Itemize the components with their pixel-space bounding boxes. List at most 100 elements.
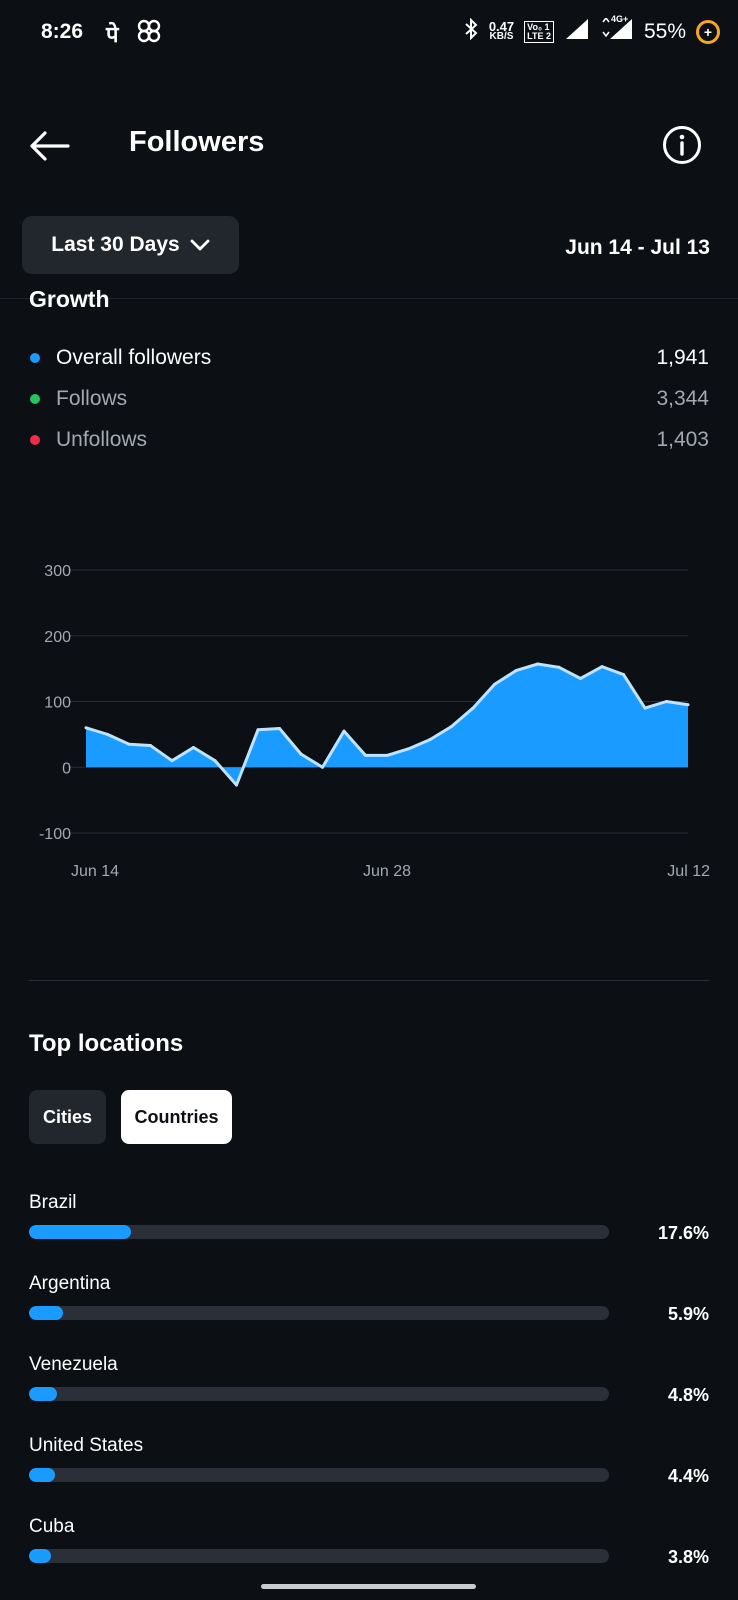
x-tick-label: Jun 14: [71, 863, 119, 880]
stat-overall-followers: Overall followers 1,941: [29, 343, 709, 373]
stat-follows: Follows 3,344: [29, 384, 709, 414]
net-speed-unit: KB/S: [489, 30, 514, 42]
location-bar-fill: [29, 1549, 52, 1563]
stat-label: Overall followers: [56, 346, 212, 369]
legend-dot: [30, 394, 40, 404]
location-percent: 5.9%: [667, 1304, 709, 1324]
data-point: [342, 729, 346, 733]
growth-chart: 300 200 100 0 -100 Jun 14 Jun 28 Jul 12: [39, 563, 710, 880]
data-point: [385, 753, 389, 757]
tab-cities[interactable]: Cities: [29, 1090, 106, 1144]
data-point: [600, 665, 604, 669]
stat-label: Follows: [56, 387, 128, 410]
location-item: Cuba 3.8%: [29, 1516, 709, 1586]
location-item: United States 4.4%: [29, 1435, 709, 1505]
net-speed-value: 0.47: [488, 18, 515, 34]
data-point: [471, 706, 475, 710]
data-point: [450, 724, 453, 728]
signal-icon: [564, 18, 590, 45]
location-percent: 4.8%: [667, 1385, 709, 1405]
info-button[interactable]: [662, 125, 702, 165]
data-point: [536, 662, 539, 666]
data-point: [493, 682, 496, 686]
chevron-down-icon: [190, 239, 210, 251]
data-point: [665, 700, 668, 703]
location-name: United States: [29, 1435, 144, 1456]
data-point: [514, 669, 518, 673]
net-speed: 0.47 KB/S: [488, 18, 515, 42]
x-tick-label: Jun 28: [363, 863, 411, 880]
growth-title-text: Growth: [29, 290, 110, 312]
stat-value: 3,344: [656, 387, 709, 410]
info-icon: [663, 126, 701, 164]
tab-countries[interactable]: Countries: [121, 1090, 232, 1144]
data-point: [622, 673, 625, 677]
date-range-dropdown-label: Last 30 Days: [51, 233, 180, 256]
location-item: Brazil 17.6%: [29, 1192, 709, 1262]
back-button[interactable]: [28, 130, 72, 162]
location-bar-track: [29, 1225, 609, 1239]
phonepe-icon: पे: [106, 22, 119, 47]
location-name: Brazil: [29, 1192, 77, 1213]
battery-saver-icon: +: [696, 19, 720, 44]
home-indicator[interactable]: [261, 1584, 476, 1589]
y-tick-label: 200: [44, 629, 71, 646]
location-bar-track: [29, 1387, 609, 1401]
stat-unfollows: Unfollows 1,403: [29, 425, 709, 455]
header: Followers: [0, 110, 738, 180]
data-point: [106, 732, 109, 736]
data-point: [235, 783, 238, 787]
location-percent: 4.4%: [667, 1466, 709, 1486]
location-item: Argentina 5.9%: [29, 1273, 709, 1343]
location-bar-fill: [29, 1225, 132, 1239]
area-fill: [86, 664, 688, 786]
status-bar: 8:26 पे 0.47 KB/S Vo₀ 1 LTE 2 4G+ 55% +: [0, 0, 738, 68]
location-bar-fill: [29, 1468, 55, 1482]
x-tick-label: Jul 12: [667, 863, 710, 880]
location-name: Argentina: [29, 1273, 111, 1294]
data-point: [278, 726, 281, 730]
volte-icon: Vo₀ 1 LTE 2: [524, 20, 554, 43]
data-point: [299, 752, 303, 756]
location-item: Venezuela 4.8%: [29, 1354, 709, 1424]
data-point: [192, 746, 195, 750]
data-point: [213, 759, 217, 763]
pinwheel-icon: [136, 18, 162, 49]
location-name: Cuba: [29, 1516, 75, 1537]
data-point: [170, 759, 174, 763]
y-tick-label: 0: [62, 760, 71, 777]
data-point: [643, 706, 647, 710]
stat-value: 1,403: [656, 428, 709, 451]
locations-title: Top locations: [29, 1030, 184, 1057]
data-point: [321, 765, 324, 769]
battery-percent: 55%: [643, 19, 686, 43]
divider: [0, 298, 738, 299]
location-percent: 3.8%: [667, 1547, 709, 1567]
data-point: [84, 726, 88, 730]
data-point: [686, 703, 690, 707]
data-point: [149, 744, 152, 748]
y-tick-label: 100: [44, 695, 71, 712]
y-tick-label: 300: [44, 563, 71, 580]
data-point: [127, 742, 131, 746]
location-bar-track: [29, 1549, 609, 1563]
growth-title: Growth: [29, 290, 110, 316]
location-bar-fill: [29, 1387, 57, 1401]
arrow-left-icon: [30, 131, 70, 161]
data-point: [364, 753, 367, 757]
data-point: [256, 728, 260, 732]
stat-value: 1,941: [656, 346, 709, 369]
legend-dot: [30, 435, 40, 445]
status-time: 8:26: [41, 20, 84, 43]
location-bar-track: [29, 1306, 609, 1320]
location-name: Venezuela: [29, 1354, 118, 1375]
legend-dot: [30, 353, 40, 363]
signal-4g-icon: 4G+: [600, 14, 634, 45]
data-point: [428, 738, 432, 742]
data-point: [407, 747, 410, 751]
volte-bottom: LTE 2: [527, 30, 551, 41]
y-tick-label: -100: [39, 826, 71, 843]
divider: [29, 980, 709, 981]
stat-label: Unfollows: [56, 428, 148, 451]
date-range-dropdown[interactable]: Last 30 Days: [22, 216, 239, 274]
